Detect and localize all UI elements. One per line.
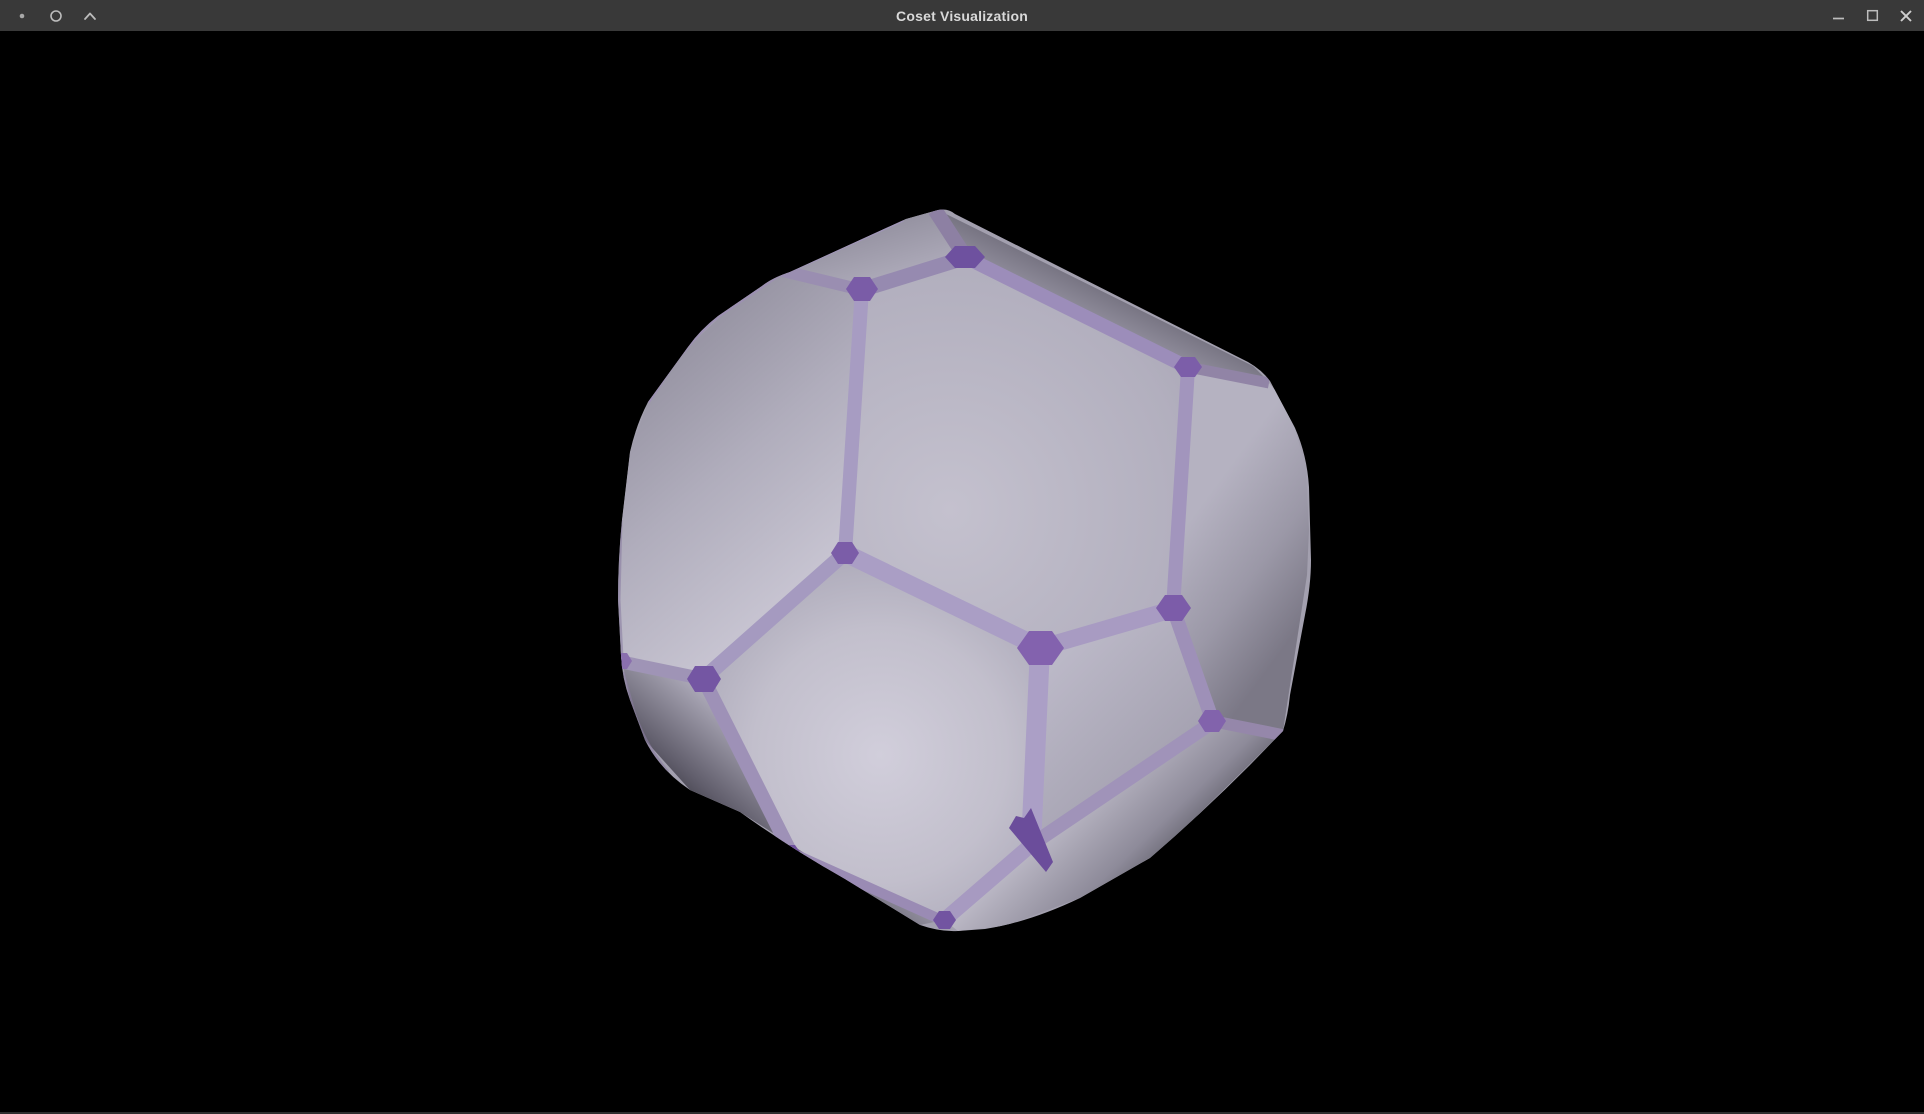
circle-icon[interactable] <box>48 8 64 24</box>
viewport <box>0 31 1924 1112</box>
app-window: Coset Visualization <box>0 0 1924 1114</box>
chevron-up-icon[interactable] <box>82 8 98 24</box>
titlebar-window-controls <box>1830 0 1924 31</box>
close-button[interactable] <box>1898 8 1914 24</box>
window-title: Coset Visualization <box>896 8 1028 24</box>
viewport-canvas[interactable] <box>0 31 1924 1112</box>
dot-icon <box>14 8 30 24</box>
titlebar[interactable]: Coset Visualization <box>0 0 1924 31</box>
maximize-button[interactable] <box>1864 8 1880 24</box>
titlebar-left-icons <box>0 0 98 31</box>
minimize-button[interactable] <box>1830 8 1846 24</box>
polyhedron-faces <box>619 210 1309 931</box>
polyhedron <box>612 210 1311 932</box>
